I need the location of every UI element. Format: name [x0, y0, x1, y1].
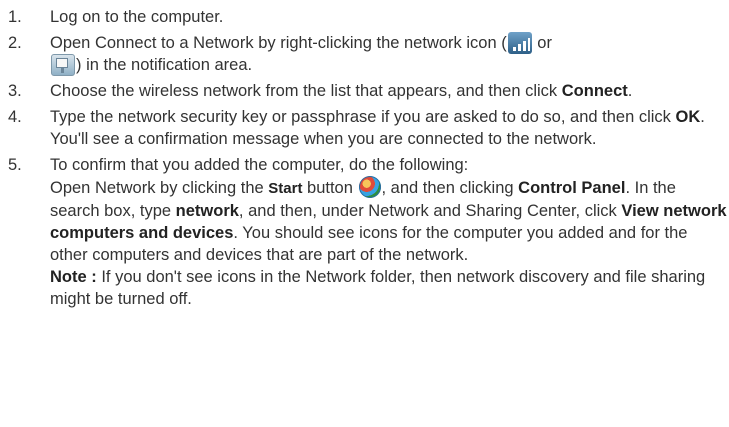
instruction-steps: 1. Log on to the computer. 2. Open Conne… — [0, 6, 729, 314]
step-text: Type the network security key or passphr… — [50, 108, 676, 126]
start-orb-icon — [358, 176, 381, 198]
step-text: Open Network by clicking the — [50, 179, 269, 197]
step-body: Open Network by clicking the Start butto… — [50, 176, 729, 266]
step-number: 3. — [8, 82, 22, 100]
step-text: , and then clicking — [381, 179, 519, 197]
step-5: 5. To confirm that you added the compute… — [0, 154, 729, 310]
ok-ref: OK — [675, 108, 701, 126]
note-text: If you don't see icons in the Network fo… — [50, 268, 706, 308]
step-number: 5. — [8, 156, 22, 174]
step-text: Choose the wireless network from the lis… — [50, 82, 562, 100]
step-1: 1. Log on to the computer. — [0, 6, 729, 28]
signal-strength-icon — [507, 32, 532, 54]
connect-ref: Connect — [561, 82, 628, 100]
step-text: or — [532, 34, 552, 52]
network-disconnected-icon — [51, 54, 75, 76]
note: Note : If you don't see icons in the Net… — [50, 266, 729, 310]
step-number: 2. — [8, 34, 22, 52]
network-ref: network — [175, 202, 239, 220]
step-intro: To confirm that you added the computer, … — [50, 156, 469, 174]
step-4: 4. Type the network security key or pass… — [0, 106, 729, 150]
start-ref: Start — [268, 180, 303, 197]
step-text: ) in the notification area. — [76, 56, 253, 74]
note-label: Note : — [50, 268, 97, 286]
step-text: . — [627, 82, 633, 100]
step-2: 2. Open Connect to a Network by right-cl… — [0, 32, 729, 76]
control-panel-ref: Control Panel — [518, 179, 626, 197]
step-number: 1. — [8, 8, 22, 26]
step-text: , and then, under Network and Sharing Ce… — [238, 202, 622, 220]
step-3: 3. Choose the wireless network from the … — [0, 80, 729, 102]
step-text: Open Connect to a Network by right-click… — [50, 34, 507, 52]
step-number: 4. — [8, 108, 22, 126]
step-text: Log on to the computer. — [50, 8, 224, 26]
step-text: button — [302, 179, 358, 197]
